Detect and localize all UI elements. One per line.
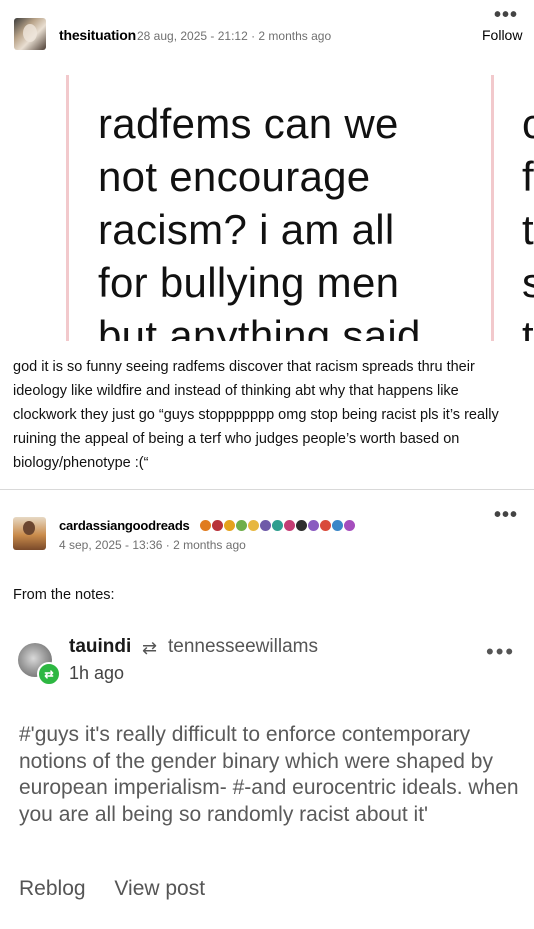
note-tags: #'guys it's really difficult to enforce … bbox=[19, 723, 519, 826]
user-badges bbox=[200, 517, 355, 533]
image-border-right bbox=[491, 75, 494, 341]
badge-icon[interactable] bbox=[308, 519, 319, 531]
badge-icon[interactable] bbox=[200, 519, 211, 531]
reblog-icon: ⇄ bbox=[142, 638, 158, 658]
avatar[interactable] bbox=[14, 18, 46, 50]
post-author-username[interactable]: thesituation bbox=[59, 27, 136, 43]
badge-icon[interactable] bbox=[212, 519, 223, 531]
badge-icon[interactable] bbox=[260, 519, 271, 531]
follow-button[interactable]: Follow bbox=[482, 27, 522, 43]
badge-icon[interactable] bbox=[236, 519, 247, 531]
badge-icon[interactable] bbox=[320, 519, 331, 531]
badge-icon[interactable] bbox=[296, 519, 307, 531]
divider bbox=[0, 489, 534, 490]
image-text: radfems can we not encourage racism? i a… bbox=[98, 100, 421, 341]
reblogger-username[interactable]: cardassiangoodreads bbox=[59, 518, 190, 533]
badge-icon[interactable] bbox=[284, 519, 295, 531]
badge-icon[interactable] bbox=[332, 519, 343, 531]
note-time: 1h ago bbox=[69, 663, 125, 683]
note-actions: Reblog View post bbox=[19, 877, 228, 901]
reblog-button[interactable]: Reblog bbox=[19, 877, 86, 901]
view-post-button[interactable]: View post bbox=[114, 877, 205, 901]
post-body-text: god it is so funny seeing radfems discov… bbox=[13, 359, 499, 471]
reblog-badge-icon: ⇄ bbox=[37, 662, 61, 686]
more-options-icon[interactable]: ••• bbox=[494, 5, 518, 25]
badge-icon[interactable] bbox=[344, 519, 355, 531]
badge-icon[interactable] bbox=[272, 519, 283, 531]
post-image[interactable]: radfems can we not encourage racism? i a… bbox=[0, 75, 534, 341]
post-timestamp: 28 aug, 2025 - 21:12 · 2 months ago bbox=[137, 29, 332, 43]
image-border-left bbox=[66, 75, 69, 341]
notes-label: From the notes: bbox=[13, 587, 115, 603]
note-more-icon[interactable]: ••• bbox=[486, 639, 515, 665]
avatar[interactable] bbox=[13, 517, 46, 550]
badge-icon[interactable] bbox=[248, 519, 259, 531]
image-text-cropped: c f t s t bbox=[522, 100, 534, 341]
more-options-icon[interactable]: ••• bbox=[494, 505, 518, 525]
reblog-timestamp: 4 sep, 2025 - 13:36 · 2 months ago bbox=[59, 538, 246, 552]
badge-icon[interactable] bbox=[224, 519, 235, 531]
note-source-username[interactable]: tennesseewillams bbox=[168, 636, 318, 658]
note-username[interactable]: tauindi bbox=[69, 636, 131, 658]
